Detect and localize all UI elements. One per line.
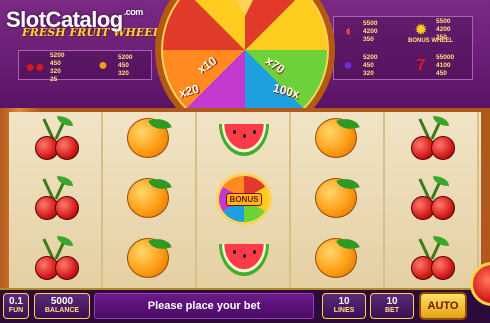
- orange-symbol: [125, 234, 175, 282]
- game-screen: SlotCatalog.com FRESH FRUIT WHEEL ●● 520…: [0, 0, 490, 323]
- orange-symbol: [313, 234, 363, 282]
- status-message: Please place your bet: [94, 293, 314, 319]
- seven-icon: 7: [416, 57, 426, 74]
- control-bar: 0.1 FUN 5000 BALANCE Please place your b…: [0, 288, 490, 323]
- bonus-symbol: BONUS: [216, 173, 272, 225]
- paytable-seven: 7 55000 4100 450: [410, 54, 455, 78]
- cherry-symbol: [407, 176, 457, 222]
- fun-coin-display[interactable]: 0.1 FUN: [3, 293, 29, 319]
- watermelon-icon: ◖: [343, 23, 353, 40]
- orange-icon: ●: [98, 57, 108, 74]
- bet-selector[interactable]: 10 BET: [370, 293, 414, 319]
- balance-display: 5000 BALANCE: [34, 293, 90, 319]
- watermelon-symbol: [219, 236, 269, 282]
- watermark-logo: SlotCatalog.com: [6, 7, 143, 32]
- bonus-wheel-label: BONUS WHEEL: [408, 38, 453, 44]
- fortune-wheel: x10 x20 x70 100x: [155, 0, 335, 110]
- watermelon-symbol: [219, 116, 269, 162]
- reel-1: [9, 112, 103, 288]
- paytable-orange: ● 5200 450 320: [92, 54, 132, 78]
- orange-symbol: [313, 114, 363, 162]
- orange-symbol: [313, 174, 363, 222]
- reel-4: [291, 112, 385, 288]
- paytable-cherry: ●● 5200 450 320 25: [25, 52, 65, 83]
- paytable-plum: ● 5200 450 320: [337, 54, 377, 78]
- cherry-symbol: [31, 236, 81, 282]
- cherry-symbol: [31, 116, 81, 162]
- bonus-wheel-icon: ✹: [414, 22, 428, 39]
- orange-symbol: [125, 174, 175, 222]
- reel-3: BONUS: [197, 112, 291, 288]
- paytable-watermelon: ◖ 5500 4200 350: [337, 20, 377, 44]
- orange-symbol: [125, 114, 175, 162]
- cherry-symbol: [31, 176, 81, 222]
- lines-selector[interactable]: 10 LINES: [322, 293, 366, 319]
- cherry-symbol: [407, 236, 457, 282]
- reels-area: BONUS: [9, 112, 481, 288]
- cherry-icon: ●●: [25, 59, 45, 76]
- auto-button[interactable]: AUTO: [419, 292, 467, 320]
- plum-icon: ●: [343, 57, 353, 74]
- bonus-label: BONUS: [225, 192, 263, 206]
- cherry-symbol: [407, 116, 457, 162]
- reel-5: [385, 112, 479, 288]
- reel-2: [103, 112, 197, 288]
